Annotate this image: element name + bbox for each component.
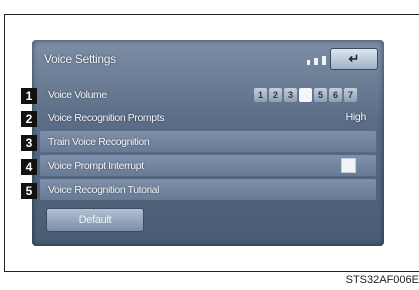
volume-selector: 1 2 3 4 5 6 7 — [254, 88, 357, 102]
voice-recognition-tutorial-label: Voice Recognition Tutorial — [48, 183, 160, 196]
callout-5: 5 — [21, 183, 37, 199]
voice-volume-label: Voice Volume — [48, 88, 107, 101]
volume-level-5[interactable]: 5 — [314, 88, 327, 102]
voice-settings-screen: Voice Settings ↵ Voice Volume 1 2 3 4 5 … — [32, 40, 384, 246]
volume-level-1[interactable]: 1 — [254, 88, 267, 102]
back-button[interactable]: ↵ — [330, 48, 378, 70]
voice-recognition-prompts-row[interactable]: Voice Recognition Prompts High — [40, 107, 376, 128]
volume-level-3[interactable]: 3 — [284, 88, 297, 102]
signal-icon — [307, 60, 310, 65]
callout-4: 4 — [21, 159, 37, 175]
battery-icon — [322, 56, 326, 65]
figure-reference-code: STS32AF006E — [345, 274, 419, 286]
callout-2: 2 — [21, 111, 37, 127]
voice-prompt-interrupt-label: Voice Prompt Interrupt — [48, 159, 144, 172]
volume-level-6[interactable]: 6 — [329, 88, 342, 102]
train-voice-recognition-button[interactable]: Train Voice Recognition — [40, 131, 376, 152]
return-arrow-icon: ↵ — [348, 51, 360, 66]
voice-prompt-interrupt-row[interactable]: Voice Prompt Interrupt — [40, 155, 376, 176]
voice-prompt-interrupt-checkbox[interactable] — [341, 158, 356, 173]
voice-recognition-prompts-label: Voice Recognition Prompts — [48, 111, 165, 124]
default-button[interactable]: Default — [46, 208, 144, 232]
signal-bars-icon — [314, 58, 318, 65]
volume-level-4[interactable]: 4 — [299, 88, 312, 102]
screen-title: Voice Settings — [44, 52, 116, 66]
train-voice-recognition-label: Train Voice Recognition — [48, 135, 150, 148]
volume-level-7[interactable]: 7 — [344, 88, 357, 102]
status-icons — [307, 56, 326, 65]
prompts-level-value: High — [345, 111, 367, 123]
voice-recognition-tutorial-button[interactable]: Voice Recognition Tutorial — [40, 179, 376, 200]
volume-level-2[interactable]: 2 — [269, 88, 282, 102]
callout-3: 3 — [21, 135, 37, 151]
callout-1: 1 — [21, 88, 37, 104]
